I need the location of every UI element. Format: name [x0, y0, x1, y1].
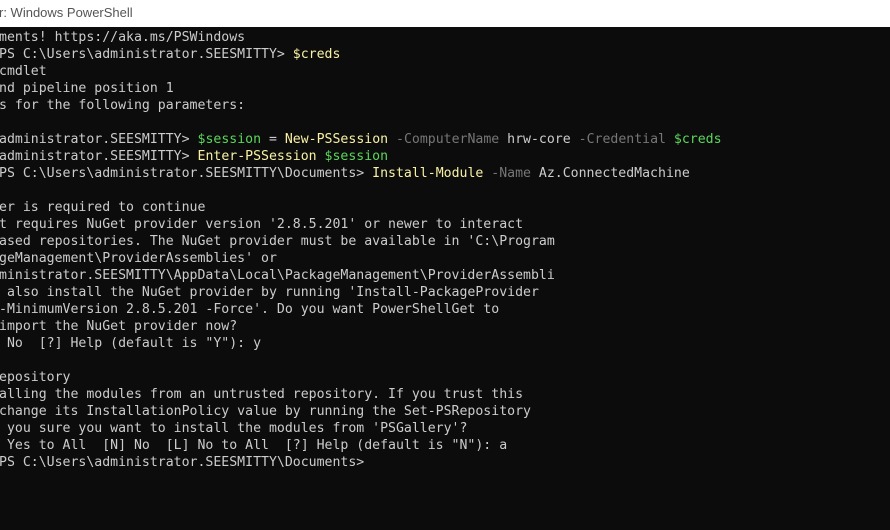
command-line: administrator.SEESMITTY> Enter-PSSession…: [0, 149, 389, 164]
window-title: r: Windows PowerShell: [0, 5, 133, 20]
console-line: import the NuGet provider now?: [0, 319, 238, 334]
console-line: change its InstallationPolicy value by r…: [0, 404, 531, 419]
console-line: nd pipeline position 1: [0, 81, 174, 96]
prompt-line: PS C:\Users\administrator.SEESMITTY\Docu…: [0, 455, 365, 470]
console-line: geManagement\ProviderAssemblies' or: [0, 251, 277, 266]
console-line: Yes to All [N] No [L] No to All [?] Help…: [0, 438, 508, 453]
console-line: you sure you want to install the modules…: [0, 421, 468, 436]
console-line: epository: [0, 370, 71, 385]
console-line: also install the NuGet provider by runni…: [0, 285, 539, 300]
title-bar: r: Windows PowerShell: [0, 0, 890, 28]
console-line: ministrator.SEESMITTY\AppData\Local\Pack…: [0, 268, 555, 283]
console-line: t requires NuGet provider version '2.8.5…: [0, 217, 524, 232]
console-line: cmdlet: [0, 64, 47, 79]
console-line: ased repositories. The NuGet provider mu…: [0, 234, 555, 249]
console-line: ments! https://aka.ms/PSWindows: [0, 30, 246, 45]
console-line: s for the following parameters:: [0, 98, 246, 113]
console-right-gutter: [862, 27, 890, 530]
command-line: administrator.SEESMITTY> $session = New-…: [0, 132, 722, 147]
console-line: No [?] Help (default is "Y"): y: [0, 336, 262, 351]
console-output[interactable]: ments! https://aka.ms/PSWindows PS C:\Us…: [0, 27, 890, 530]
console-line: er is required to continue: [0, 200, 206, 215]
console-line: PS C:\Users\administrator.SEESMITTY> $cr…: [0, 47, 341, 62]
console-line: -MinimumVersion 2.8.5.201 -Force'. Do yo…: [0, 302, 500, 317]
console-line: alling the modules from an untrusted rep…: [0, 387, 524, 402]
command-line: PS C:\Users\administrator.SEESMITTY\Docu…: [0, 166, 690, 181]
